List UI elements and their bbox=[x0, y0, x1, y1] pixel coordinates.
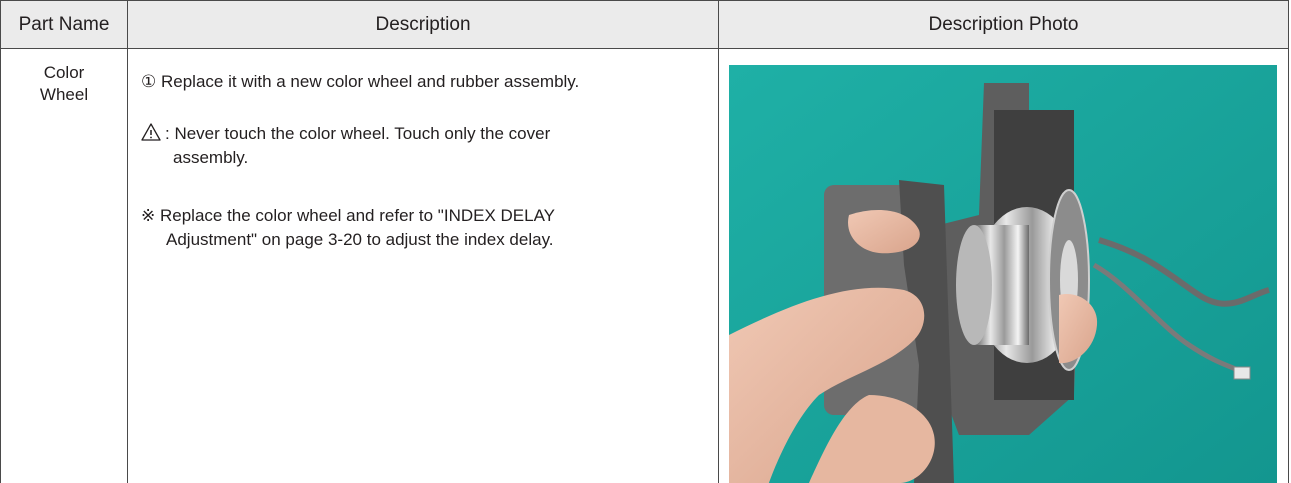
grid-line-col2 bbox=[718, 0, 719, 483]
part-name-line1: Color bbox=[43, 63, 85, 82]
grid-line-col1 bbox=[127, 0, 128, 483]
part-name-line2: Wheel bbox=[39, 85, 89, 104]
warning-triangle-icon bbox=[141, 123, 161, 141]
caution-line-1: : Never touch the color wheel. Touch onl… bbox=[165, 124, 551, 143]
parts-table: Part Name Description Description Photo … bbox=[0, 0, 1289, 483]
header-part-name: Part Name bbox=[18, 14, 110, 35]
caution-note: : Never touch the color wheel. Touch onl… bbox=[141, 122, 711, 170]
reference-note-marker: ※ bbox=[141, 206, 156, 225]
step-1-text: Replace it with a new color wheel and ru… bbox=[160, 72, 580, 91]
grid-line-header-bottom bbox=[0, 48, 1289, 49]
part-name-cell: Color Wheel bbox=[10, 62, 118, 106]
header-description: Description bbox=[375, 14, 471, 35]
grid-line-right bbox=[1288, 0, 1289, 483]
color-wheel-assembly-illustration bbox=[729, 65, 1277, 483]
header-description-photo: Description Photo bbox=[928, 14, 1079, 35]
step-1-marker: ① bbox=[141, 72, 157, 91]
step-1: ① Replace it with a new color wheel and … bbox=[141, 70, 711, 94]
grid-line-left bbox=[0, 0, 1, 483]
reference-note: ※ Replace the color wheel and refer to "… bbox=[141, 204, 711, 252]
reference-note-line-1: Replace the color wheel and refer to "IN… bbox=[159, 206, 556, 225]
reference-note-line-2: Adjustment" on page 3-20 to adjust the i… bbox=[166, 230, 554, 249]
caution-line-2: assembly. bbox=[173, 148, 249, 167]
color-wheel-photo bbox=[729, 65, 1277, 483]
